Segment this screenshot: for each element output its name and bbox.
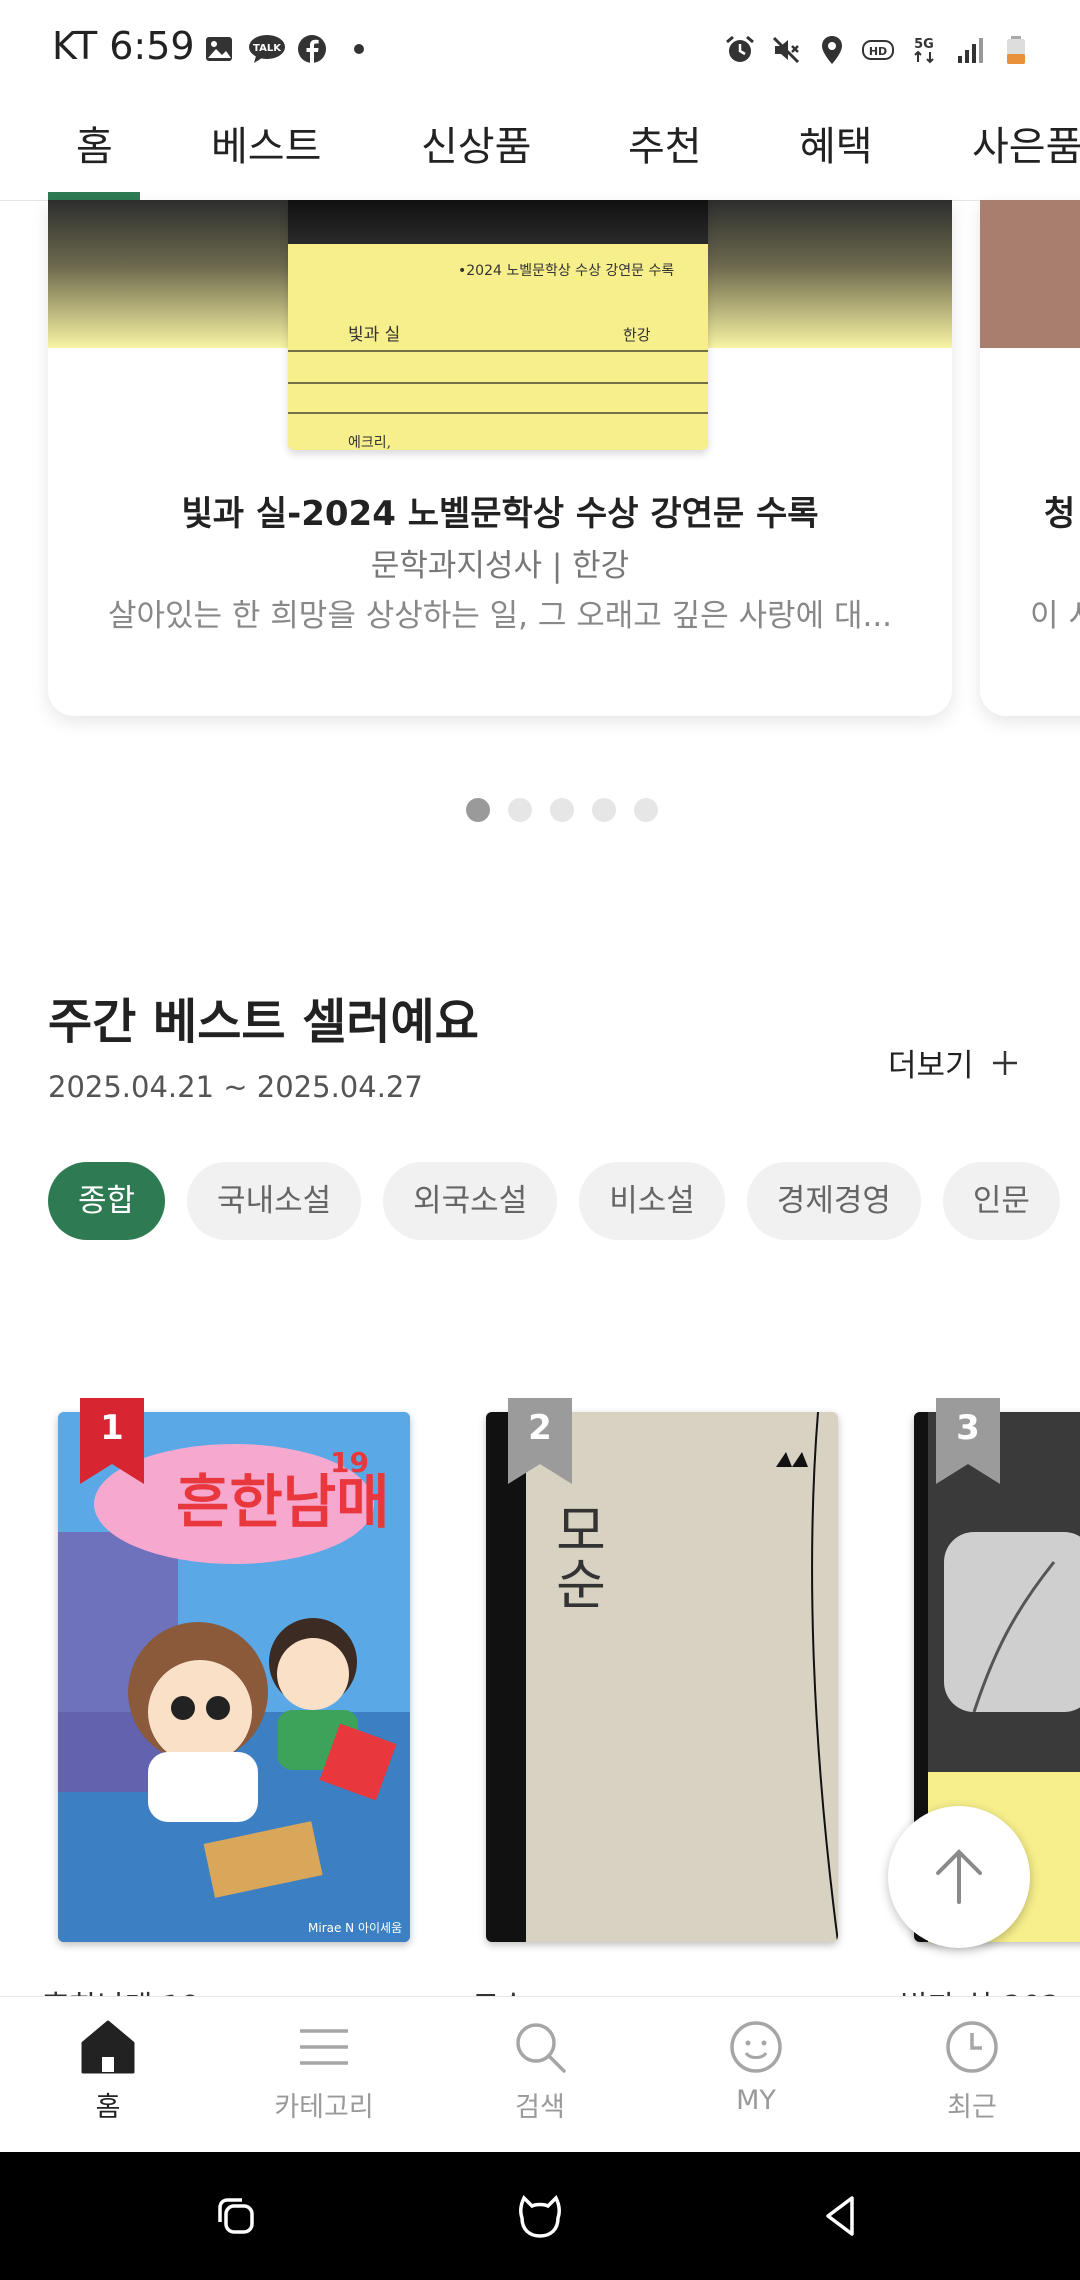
bottom-nav-search[interactable]: 검색 xyxy=(470,2017,610,2124)
carousel-dot[interactable] xyxy=(550,798,574,822)
banner-card[interactable]: •2024 노벨문학상 수상 강연문 수록 빛과 실 한강 에크리, 빛과 실-… xyxy=(48,200,952,716)
tab-new[interactable]: 신상품 xyxy=(421,114,531,172)
mute-icon xyxy=(772,36,800,64)
arrow-up-icon xyxy=(936,1849,982,1904)
section-date-range: 2025.04.21 ~ 2025.04.27 xyxy=(48,1070,423,1104)
plus-icon xyxy=(992,1050,1017,1075)
book-cover-1[interactable]: 흔한남매 19 Mirae N 아이세움 xyxy=(58,1412,410,1942)
cover-main-title: 모순 xyxy=(545,1502,608,1610)
recent-apps-icon[interactable] xyxy=(212,2192,260,2240)
battery-icon xyxy=(1007,36,1025,64)
more-button[interactable]: 더보기 xyxy=(888,1040,1020,1085)
cover-author: 한강 xyxy=(623,326,651,344)
clock-icon xyxy=(946,2021,998,2073)
bottom-nav-my[interactable]: MY xyxy=(686,2017,826,2116)
chip-all[interactable]: 종합 xyxy=(48,1162,166,1240)
banner-book-cover: •2024 노벨문학상 수상 강연문 수록 빛과 실 한강 에크리, xyxy=(288,200,708,450)
cover-title: 빛과 실 xyxy=(348,325,401,345)
bottom-nav-label: 검색 xyxy=(515,2092,565,2123)
5g-icon: 5G xyxy=(914,37,934,64)
scroll-top-button[interactable] xyxy=(888,1806,1030,1948)
smiley-icon xyxy=(730,2021,782,2073)
status-bar: KT 6:59 TALK HD 5G xyxy=(0,0,1080,100)
active-tab-indicator xyxy=(48,192,140,200)
hd-text: HD xyxy=(869,45,887,58)
home-icon xyxy=(81,2020,135,2074)
hd-icon: HD xyxy=(862,40,894,60)
bottom-nav-label: 카테고리 xyxy=(274,2092,374,2123)
5g-text: 5G xyxy=(914,37,934,52)
bottom-nav-home[interactable]: 홈 xyxy=(38,2017,178,2124)
cover-volume: 19 xyxy=(330,1446,369,1479)
cover-brand: Mirae N 아이세움 xyxy=(308,1921,402,1935)
carousel-dot[interactable] xyxy=(508,798,532,822)
cover-extra: 에크리, xyxy=(348,435,392,450)
bottom-nav-category[interactable]: 카테고리 xyxy=(254,2017,394,2124)
bottom-nav-recent[interactable]: 최근 xyxy=(902,2017,1042,2124)
system-nav-bar xyxy=(0,2152,1080,2280)
bottom-nav-label: 홈 xyxy=(95,2092,121,2123)
banner-background xyxy=(980,200,1080,348)
cover-rule xyxy=(288,350,708,352)
signal-icon xyxy=(958,38,983,63)
book-cover-art: 모순 xyxy=(486,1412,838,1942)
chip-nonfiction[interactable]: 비소설 xyxy=(579,1162,725,1240)
rank-badge-3: 3 xyxy=(936,1398,1000,1484)
location-icon xyxy=(822,36,842,64)
cover-subtitle: •2024 노벨문학상 수상 강연문 수록 xyxy=(458,263,675,279)
cover-photo xyxy=(288,200,708,244)
bottom-nav: 홈 카테고리 검색 MY 최근 xyxy=(0,1996,1080,2153)
chip-foreign-novel[interactable]: 외국소설 xyxy=(383,1162,558,1240)
rank-number: 2 xyxy=(528,1408,552,1448)
more-label: 더보기 xyxy=(888,1048,974,1084)
home-button-icon[interactable] xyxy=(516,2190,564,2242)
carousel-dot[interactable] xyxy=(466,798,490,822)
chip-humanities[interactable]: 인문 xyxy=(942,1162,1060,1240)
tab-benefits[interactable]: 혜택 xyxy=(799,114,873,172)
talk-icon: TALK xyxy=(249,35,285,63)
cover-rule xyxy=(288,412,708,414)
search-icon xyxy=(516,2023,566,2073)
talk-text: TALK xyxy=(253,43,282,54)
tab-best[interactable]: 베스트 xyxy=(211,114,321,172)
banner-next-description: 이 시 xyxy=(1030,598,1080,634)
menu-icon xyxy=(300,2029,348,2065)
chip-domestic-novel[interactable]: 국내소설 xyxy=(187,1162,362,1240)
tab-gifts[interactable]: 사은품 xyxy=(972,114,1080,172)
alarm-icon xyxy=(726,35,754,62)
chip-business[interactable]: 경제경영 xyxy=(746,1162,921,1240)
carousel-dot[interactable] xyxy=(592,798,616,822)
banner-next-title: 청 xyxy=(1044,494,1076,534)
book-cover-art: 흔한남매 19 Mirae N 아이세움 xyxy=(58,1412,410,1942)
carousel-dots xyxy=(466,798,658,822)
facebook-icon xyxy=(298,35,326,63)
more-dot-icon xyxy=(354,44,364,54)
rank-badge-1: 1 xyxy=(80,1398,144,1484)
image-icon xyxy=(206,37,232,61)
book-cover-2[interactable]: 모순 xyxy=(486,1412,838,1942)
status-right-icons: HD 5G xyxy=(724,30,1032,70)
category-chips: 종합 국내소설 외국소설 비소설 경제경영 인문 xyxy=(48,1162,1060,1240)
carousel-dot[interactable] xyxy=(634,798,658,822)
status-carrier-time: KT 6:59 xyxy=(52,24,195,68)
rank-number: 3 xyxy=(956,1408,980,1448)
cover-rule xyxy=(288,382,708,384)
rank-badge-2: 2 xyxy=(508,1398,572,1484)
banner-publisher: 문학과지성사 | 한강 xyxy=(370,548,630,584)
tab-recommend[interactable]: 추천 xyxy=(628,114,702,172)
section-title: 주간 베스트 셀러예요 xyxy=(48,994,479,1050)
top-nav: 홈 베스트 신상품 추천 혜택 사은품 xyxy=(0,100,1080,201)
bottom-nav-label: MY xyxy=(736,2085,776,2116)
banner-description: 살아있는 한 희망을 상상하는 일, 그 오래고 깊은 사랑에 대... xyxy=(107,598,893,634)
back-icon[interactable] xyxy=(818,2192,866,2240)
tab-home[interactable]: 홈 xyxy=(76,114,113,172)
banner-title: 빛과 실-2024 노벨문학상 수상 강연문 수록 xyxy=(181,494,819,534)
bottom-nav-label: 최근 xyxy=(947,2092,997,2123)
banner-card-next[interactable]: 청 이 시 xyxy=(980,200,1080,716)
rank-number: 1 xyxy=(100,1408,124,1448)
